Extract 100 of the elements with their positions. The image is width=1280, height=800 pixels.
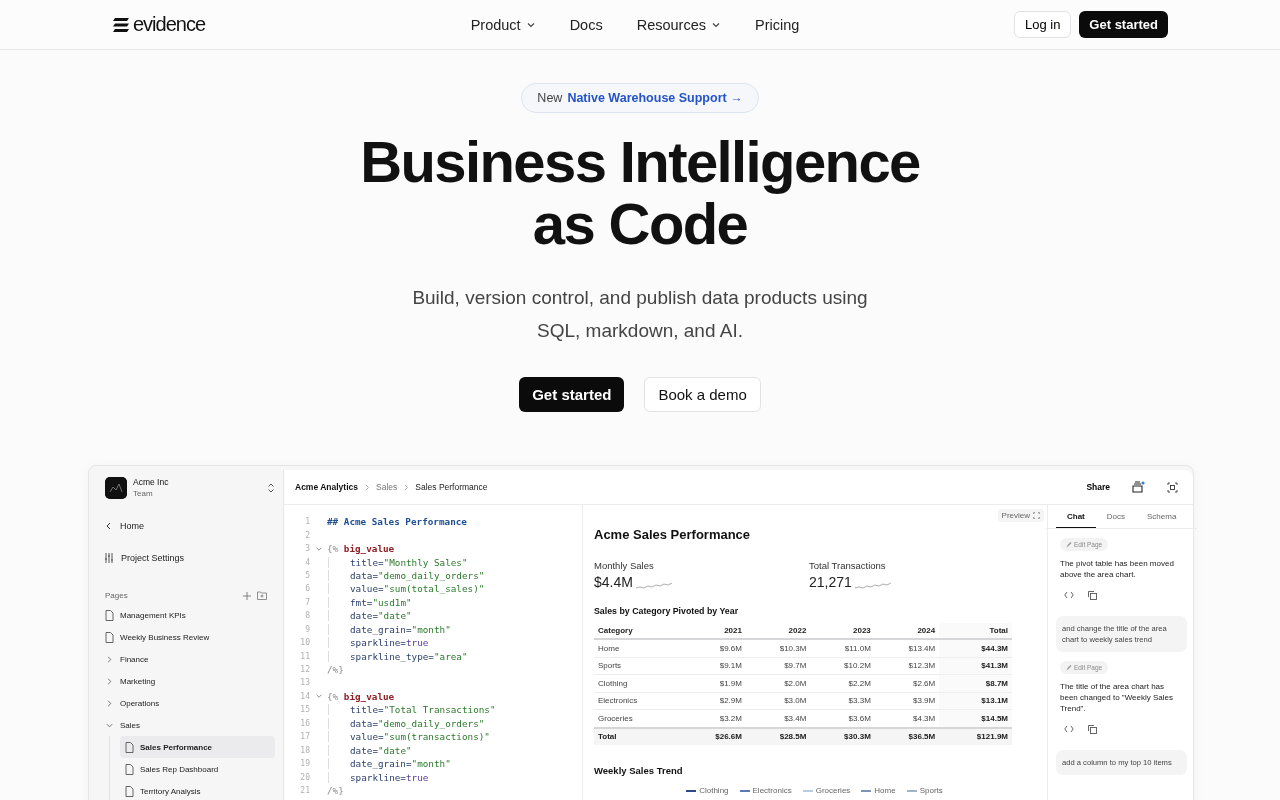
code-line: title="Monthly Sales"	[328, 556, 468, 568]
code-line: sparkline_type="area"	[328, 650, 468, 662]
nav-link[interactable]: Docs	[569, 16, 603, 33]
table-cell: $11.0M	[810, 639, 875, 657]
legend-label: Clothing	[699, 786, 729, 795]
code-line: date_grain="month"	[328, 623, 451, 635]
line-number: 5	[304, 570, 310, 580]
chart-title: Weekly Sales Trend	[594, 765, 684, 776]
page-icon	[105, 609, 114, 621]
logo-text[interactable]: evidence	[133, 13, 206, 36]
line-number: 7	[304, 597, 310, 607]
table-cell: Home	[594, 639, 682, 657]
nav-link[interactable]: Resources	[636, 16, 721, 33]
panel-tab[interactable]: Schema	[1136, 505, 1188, 528]
column-header: 2021	[681, 623, 746, 639]
focus-icon	[1033, 512, 1040, 519]
table-cell: $2.9M	[681, 692, 746, 710]
chevron-left-icon	[105, 522, 113, 530]
breadcrumb[interactable]: Sales	[376, 482, 398, 492]
panel-tab[interactable]: Chat	[1056, 505, 1096, 528]
sidebar-item[interactable]: Sales Performance	[120, 736, 275, 758]
legend-label: Electronics	[752, 786, 792, 795]
line-number: 6	[304, 584, 310, 594]
sidebar-item[interactable]: Marketing	[105, 670, 275, 692]
page-title: Acme Sales Performance	[594, 527, 752, 542]
line-number: 9	[304, 624, 310, 634]
page-icon	[125, 785, 134, 797]
table-cell: $9.6M	[681, 639, 746, 657]
nav-link[interactable]: Product	[470, 16, 536, 33]
total-cell: $30.3M	[810, 727, 875, 745]
total-cell: $28.5M	[745, 727, 811, 745]
table-cell: $1.9M	[681, 674, 746, 692]
line-number: 18	[299, 745, 310, 755]
code-line: /%}	[327, 664, 344, 676]
column-header: Category	[594, 623, 682, 639]
metric-value: 21,271	[809, 574, 852, 590]
code-line: value="sum(transactions)"	[328, 731, 490, 743]
line-number: 14	[299, 691, 310, 701]
chevron-down-icon[interactable]	[314, 692, 323, 701]
copy-icon[interactable]	[1088, 725, 1097, 734]
code-icon[interactable]	[1064, 591, 1074, 599]
code-line: sparkline=true	[328, 771, 429, 783]
badge-label: New	[537, 91, 563, 105]
total-cell: $36.5M	[874, 727, 940, 745]
share-button[interactable]: Share	[1086, 482, 1110, 492]
metric-label: Total Transactions	[809, 560, 887, 571]
table-cell: $9.1M	[681, 657, 746, 675]
sidebar-item[interactable]: Weekly Business Review	[105, 626, 275, 648]
sidebar-item[interactable]: Management KPIs	[105, 604, 275, 626]
login-button[interactable]: Log in	[1013, 11, 1072, 38]
code-line: {% big_value	[327, 690, 395, 702]
sidebar-item[interactable]: Operations	[105, 692, 275, 714]
hero-subtitle: Build, version control, and publish data products using SQL, markdown, and AI.	[412, 286, 868, 343]
page-icon	[125, 763, 134, 775]
total-cell: Total	[594, 727, 682, 745]
book-demo-button[interactable]: Book a demo	[644, 377, 761, 412]
table-cell: $3.0M	[745, 692, 811, 710]
folder-plus-icon[interactable]	[257, 591, 267, 600]
copy-icon[interactable]	[1088, 591, 1097, 600]
sidebar-item[interactable]: Sales	[105, 714, 275, 736]
home-link[interactable]: Home	[105, 521, 275, 531]
code-line: ## Acme Sales Performance	[327, 516, 467, 528]
project-settings-link[interactable]: Project Settings	[104, 553, 275, 563]
get-started-button[interactable]: Get started	[1079, 11, 1168, 38]
org-name: Acme Inc	[133, 477, 170, 488]
metric-label: Monthly Sales	[594, 560, 655, 571]
breadcrumb[interactable]: Sales Performance	[415, 482, 488, 492]
logo-icon	[112, 16, 130, 33]
code-line: fmt="usd1m"	[328, 596, 412, 608]
code-line: date="date"	[328, 744, 412, 756]
org-team: Team	[133, 488, 154, 499]
announcement-link[interactable]: Native Warehouse Support →	[567, 91, 743, 105]
sidebar-item[interactable]: Sales Rep Dashboard	[120, 758, 275, 780]
line-number: 1	[304, 517, 310, 527]
preview-button[interactable]: Preview	[997, 509, 1044, 522]
plus-icon[interactable]	[243, 591, 251, 600]
legend-label: Home	[874, 786, 896, 795]
sidebar-item[interactable]: Finance	[105, 648, 275, 670]
panel-tab[interactable]: Docs	[1095, 505, 1136, 528]
breadcrumb[interactable]: Acme Analytics	[295, 482, 358, 492]
line-number: 19	[299, 759, 310, 769]
table-cell: Clothing	[594, 674, 682, 692]
line-number: 13	[299, 678, 310, 688]
page-icon	[125, 741, 134, 753]
sidebar-item[interactable]: Territory Analysis	[120, 780, 275, 800]
table-cell: $2.2M	[810, 674, 875, 692]
get-started-button[interactable]: Get started	[519, 377, 625, 412]
code-line: value="sum(total_sales)"	[328, 583, 485, 595]
announcement-badge[interactable]: New Native Warehouse Support →	[521, 83, 759, 113]
chevron-right-icon	[364, 483, 370, 491]
nav-link[interactable]: Pricing	[755, 16, 800, 33]
focus-icon[interactable]	[1167, 481, 1178, 493]
inbox-icon[interactable]	[1132, 481, 1145, 493]
line-number: 16	[299, 718, 310, 728]
section-label: Pages	[105, 591, 128, 600]
chevron-up-down-icon[interactable]	[267, 483, 275, 493]
column-header: 2022	[745, 623, 811, 639]
line-number: 3	[304, 544, 310, 554]
code-icon[interactable]	[1064, 725, 1074, 733]
sliders-icon	[104, 553, 114, 563]
